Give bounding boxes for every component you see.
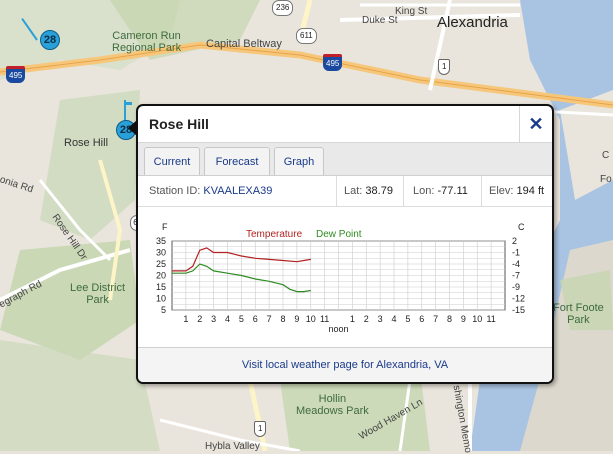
tab-current[interactable]: Current (144, 147, 200, 175)
us-1-shield: 1 (438, 59, 451, 75)
elev-field: Elev: 194 ft (489, 176, 544, 206)
lon-field: Lon: -77.11 (413, 176, 468, 206)
right-unit-label: C (518, 222, 525, 232)
label-lee-district-park: Lee District Park (70, 282, 126, 306)
x-tick-label: 11 (486, 314, 495, 324)
x-tick-label: 1 (183, 314, 188, 324)
lon-label: Lon: (413, 185, 435, 197)
label-fo: Fo (600, 174, 612, 185)
x-tick-label: 4 (391, 314, 396, 324)
y-tick-label-right: 2 (512, 236, 517, 246)
marker-flag (124, 102, 132, 105)
label-hollin-meadows-park: Hollin Meadows Park (296, 393, 369, 417)
y-tick-label-left: 30 (156, 248, 166, 258)
y-tick-label-right: -9 (512, 282, 520, 292)
close-button[interactable]: ✕ (519, 106, 552, 142)
lat-field: Lat: 38.79 (344, 176, 393, 206)
label-king-st: King St (395, 6, 428, 17)
y-tick-label-left: 25 (156, 259, 166, 269)
y-tick-label-right: -1 (512, 248, 520, 258)
elev-value: 194 ft (516, 185, 545, 197)
tab-forecast[interactable]: Forecast (204, 147, 270, 175)
x-tick-label: 1 (350, 314, 355, 324)
label-fort-foote-park: Fort Foote Park (553, 302, 604, 326)
info-divider (336, 176, 337, 206)
station-info-row: Station ID: KVAALEXA39 Lat: 38.79 Lon: -… (138, 176, 552, 207)
route-611-shield: 611 (296, 28, 317, 44)
x-tick-label: 2 (364, 314, 369, 324)
x-tick-label: 9 (461, 314, 466, 324)
lon-value: -77.11 (437, 185, 468, 197)
y-tick-label-right: -4 (512, 259, 520, 269)
lat-value: 38.79 (365, 185, 393, 197)
label-duke-st: Duke St (362, 15, 398, 26)
x-tick-label: 8 (280, 314, 285, 324)
label-c: C (602, 150, 610, 161)
label-cameron-run-park: Cameron Run Regional Park (112, 30, 182, 54)
x-tick-label: 6 (253, 314, 258, 324)
popup-tabs: Current Forecast Graph (138, 143, 552, 176)
x-tick-label: 10 (306, 314, 316, 324)
popup-title: Rose Hill (149, 116, 209, 132)
x-tick-label: 4 (225, 314, 230, 324)
legend-dew-point: Dew Point (316, 229, 362, 240)
local-weather-link[interactable]: Visit local weather page for Alexandria,… (138, 347, 552, 382)
y-tick-label-right: -15 (512, 305, 525, 315)
elev-label: Elev: (489, 185, 514, 197)
x-tick-label: 9 (294, 314, 299, 324)
x-tick-label: 10 (472, 314, 482, 324)
y-tick-label-left: 5 (161, 305, 166, 315)
left-unit-label: F (162, 222, 168, 232)
marker-count-badge: 28 (40, 30, 60, 50)
interstate-495-shield-2: 495 (323, 54, 343, 71)
interstate-495-shield: 495 (6, 66, 26, 83)
y-tick-label-left: 10 (156, 294, 166, 304)
legend-temperature: Temperature (246, 229, 303, 240)
label-alexandria: Alexandria (437, 14, 508, 31)
label-rose-hill: Rose Hill (64, 137, 109, 149)
x-tick-label: 8 (447, 314, 452, 324)
popup-header: Rose Hill ✕ (138, 106, 552, 143)
y-tick-label-left: 35 (156, 236, 166, 246)
x-tick-label: 11 (320, 314, 329, 324)
label-capital-beltway: Capital Beltway (206, 38, 282, 50)
x-tick-label: 5 (239, 314, 244, 324)
x-tick-label: 3 (211, 314, 216, 324)
station-id-label: Station ID: (149, 185, 201, 197)
route-236-shield: 236 (272, 0, 294, 16)
x-tick-label: 2 (197, 314, 202, 324)
weather-graph: F C35302520151052-1-4-7-9-12-151 2 3 4 5 6 7 8 9 1… (156, 222, 525, 334)
info-divider (403, 176, 404, 206)
y-tick-label-left: 20 (156, 271, 166, 281)
info-divider (481, 176, 482, 206)
y-tick-label-right: -12 (512, 294, 525, 304)
x-tick-label: 3 (378, 314, 383, 324)
y-tick-label-left: 15 (156, 282, 166, 292)
x-tick-label: 6 (419, 314, 424, 324)
x-tick-label-noon: noon (328, 324, 348, 334)
close-icon: ✕ (528, 114, 544, 134)
x-tick-label: 7 (433, 314, 438, 324)
x-tick-label: 5 (405, 314, 410, 324)
us-1-shield-2: 1 (254, 421, 267, 437)
tab-graph[interactable]: Graph (274, 147, 324, 175)
station-id-link[interactable]: KVAALEXA39 (203, 185, 272, 197)
station-id-field: Station ID: KVAALEXA39 (149, 176, 272, 206)
lat-label: Lat: (344, 185, 363, 197)
label-hybla-valley: Hybla Valley (205, 441, 260, 452)
station-popup: Rose Hill ✕ Current Forecast Graph Stati… (136, 104, 554, 384)
x-tick-label: 7 (267, 314, 272, 324)
y-tick-label-right: -7 (512, 271, 520, 281)
